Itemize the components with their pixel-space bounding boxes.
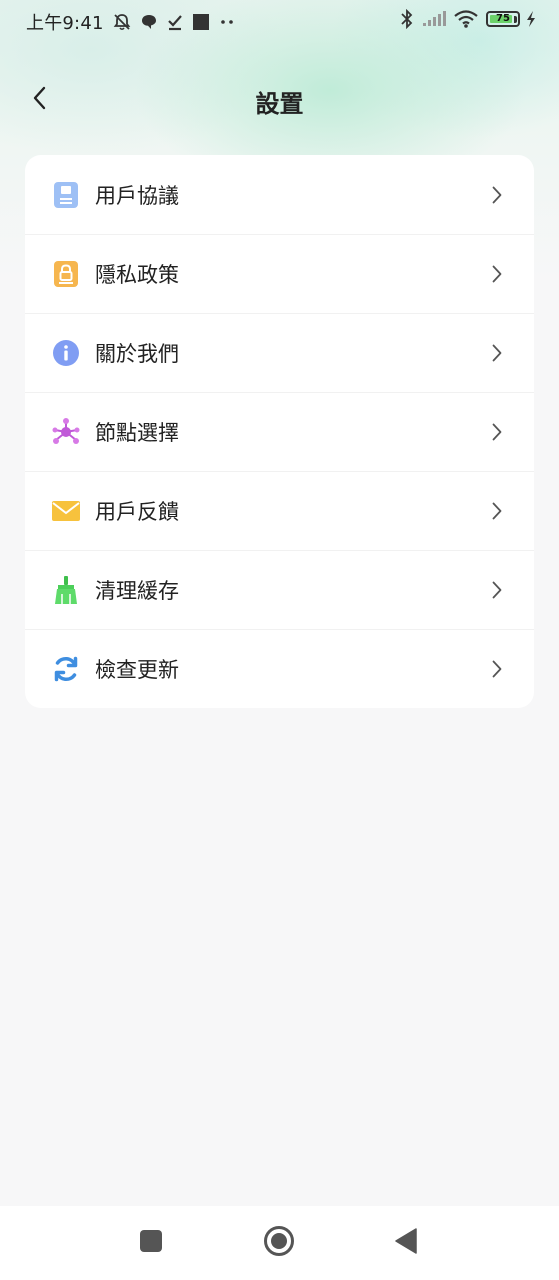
document-icon xyxy=(51,180,81,210)
status-bar: 上午9:41 75 xyxy=(0,0,559,42)
chevron-right-icon xyxy=(490,580,504,600)
settings-item-label: 用戶反饋 xyxy=(95,499,179,524)
settings-item-privacy-policy[interactable]: 隱私政策 xyxy=(25,234,534,313)
home-button[interactable] xyxy=(262,1226,296,1260)
settings-item-label: 關於我們 xyxy=(95,341,179,366)
chevron-right-icon xyxy=(490,422,504,442)
node-network-icon xyxy=(51,417,81,447)
page-title: 設置 xyxy=(255,90,304,118)
mute-bell-icon xyxy=(112,12,132,32)
settings-list: 用戶協議 隱私政策 關於我們 節點選擇 用戶反饋 清理緩存 檢查更新 xyxy=(25,155,534,708)
settings-item-check-update[interactable]: 檢查更新 xyxy=(25,629,534,708)
square-icon xyxy=(139,1229,163,1257)
chevron-right-icon xyxy=(490,264,504,284)
settings-item-user-agreement[interactable]: 用戶協議 xyxy=(25,155,534,234)
status-left: 上午9:41 xyxy=(26,9,236,35)
charging-icon xyxy=(525,10,537,28)
chevron-right-icon xyxy=(490,501,504,521)
wifi-icon xyxy=(454,10,478,28)
info-icon xyxy=(51,338,81,368)
settings-item-label: 清理緩存 xyxy=(95,578,179,603)
system-nav-bar xyxy=(0,1206,559,1280)
chevron-right-icon xyxy=(490,659,504,679)
more-dots-icon xyxy=(218,13,236,31)
bluetooth-icon xyxy=(400,9,414,29)
chat-bubble-icon xyxy=(140,13,158,31)
settings-item-clear-cache[interactable]: 清理緩存 xyxy=(25,550,534,629)
recents-button[interactable] xyxy=(134,1226,168,1260)
settings-item-label: 隱私政策 xyxy=(95,262,179,287)
settings-item-label: 用戶協議 xyxy=(95,183,179,208)
settings-item-node-selection[interactable]: 節點選擇 xyxy=(25,392,534,471)
broom-icon xyxy=(51,575,81,605)
settings-item-label: 檢查更新 xyxy=(95,657,179,682)
settings-item-about-us[interactable]: 關於我們 xyxy=(25,313,534,392)
signal-icon xyxy=(422,11,446,27)
system-back-button[interactable] xyxy=(389,1226,423,1260)
mail-icon xyxy=(51,496,81,526)
chevron-right-icon xyxy=(490,343,504,363)
status-time: 上午9:41 xyxy=(26,13,104,34)
chevron-right-icon xyxy=(490,185,504,205)
triangle-back-icon xyxy=(394,1228,418,1258)
refresh-icon xyxy=(51,654,81,684)
settings-item-feedback[interactable]: 用戶反饋 xyxy=(25,471,534,550)
privacy-lock-icon xyxy=(51,259,81,289)
page-header: 設置 xyxy=(0,70,559,130)
square-icon xyxy=(192,13,210,31)
battery-level: 75 xyxy=(496,13,510,24)
checkmark-icon xyxy=(166,13,184,31)
settings-item-label: 節點選擇 xyxy=(95,420,179,445)
battery: 75 xyxy=(486,11,520,27)
status-right: 75 xyxy=(400,9,537,29)
battery-icon: 75 xyxy=(486,11,520,27)
circle-icon xyxy=(263,1225,295,1261)
